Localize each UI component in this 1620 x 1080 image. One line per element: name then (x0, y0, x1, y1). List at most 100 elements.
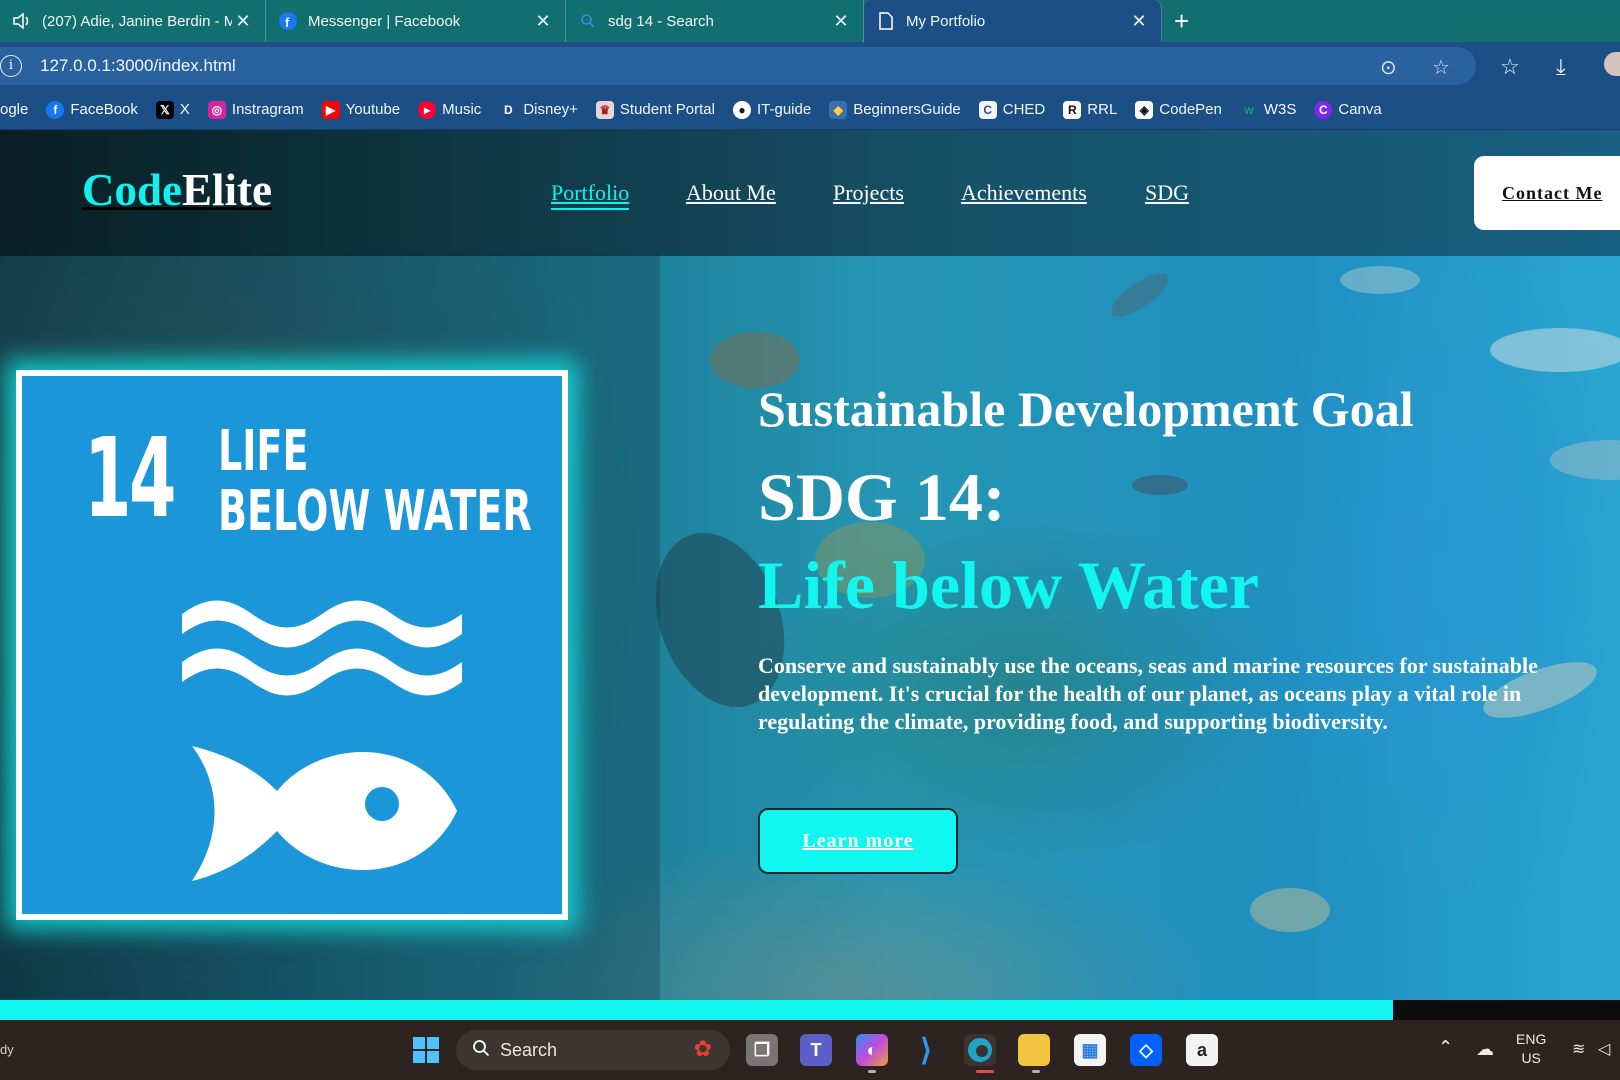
hero-title: SDG 14: (758, 459, 1006, 535)
language-line1: ENG (1516, 1031, 1547, 1047)
bookmark-label: Youtube (345, 101, 401, 118)
github-icon: ● (732, 100, 751, 119)
new-tab-button[interactable]: + (1174, 6, 1189, 37)
bookmark-it-guide[interactable]: ● IT-guide (732, 100, 812, 119)
youtube-icon: ▶ (321, 100, 340, 119)
bookmark-beginnersguide[interactable]: ◆ BeginnersGuide (829, 100, 961, 119)
tab-2[interactable]: f Messenger | Facebook ✕ (266, 0, 566, 42)
scroll-progress-fill (0, 1000, 1394, 1020)
close-icon[interactable]: ✕ (533, 11, 553, 32)
taskbar-search-label: Search (500, 1039, 558, 1060)
task-view-icon[interactable]: ❐ (746, 1034, 778, 1066)
chevron-up-icon[interactable]: ⌃ (1438, 1038, 1453, 1057)
star-icon[interactable]: ☆ (1432, 55, 1450, 80)
bookmark-disney[interactable]: D Disney+ (499, 101, 578, 119)
bookmark-label: Disney+ (523, 101, 578, 118)
facebook-icon: f (46, 100, 65, 119)
codepen-icon: ◈ (1135, 100, 1154, 119)
taskbar-left-text: dy (0, 1042, 14, 1057)
volume-icon[interactable]: ◁ (1598, 1040, 1610, 1059)
file-explorer-icon[interactable] (1018, 1034, 1050, 1066)
bookmark-label: X (179, 101, 190, 118)
wifi-icon[interactable]: ≋ (1572, 1040, 1585, 1059)
nav-sdg[interactable]: SDG (1145, 180, 1189, 206)
close-icon[interactable]: ✕ (1129, 11, 1149, 32)
copilot-icon[interactable]: ◐ (856, 1034, 888, 1066)
instagram-icon: ◎ (207, 100, 226, 119)
rrl-icon: R (1063, 100, 1082, 119)
bookmark-label: RRL (1087, 101, 1118, 118)
bookmark-youtube[interactable]: ▶ Youtube (321, 100, 401, 119)
tab-title: (207) Adie, Janine Berdin - M (42, 12, 232, 30)
tab-title: sdg 14 - Search (608, 12, 714, 30)
contact-me-button[interactable]: Contact Me (1474, 156, 1620, 230)
svg-text:f: f (285, 15, 290, 30)
sdg-tile-line1: LIFE (218, 419, 309, 484)
vscode-icon[interactable]: ⟩ (910, 1034, 942, 1067)
bookmark-codepen[interactable]: ◈ CodePen (1135, 100, 1222, 119)
bookmark-label: Music (442, 101, 482, 118)
bookmark-label: CHED (1002, 101, 1046, 118)
tab-4-active[interactable]: My Portfolio ✕ (864, 0, 1162, 42)
bookmark-music[interactable]: ▸ Music (418, 100, 482, 119)
learn-more-button[interactable]: Learn more (758, 808, 958, 874)
disney-icon: D (503, 102, 513, 117)
more-options-icon[interactable]: ⊙ (1380, 55, 1397, 80)
bookmark-instagram[interactable]: ◎ Instragram (207, 100, 304, 119)
bookmark-rrl[interactable]: R RRL (1063, 100, 1118, 119)
hero-title-highlight: Life below Water (758, 547, 1260, 623)
dropbox-icon[interactable]: ◇ (1130, 1034, 1162, 1066)
nav-about-me[interactable]: About Me (686, 180, 776, 206)
windows-start-icon[interactable] (410, 1034, 442, 1066)
sdg-number: 14 (84, 414, 176, 542)
info-icon[interactable]: i (0, 55, 22, 77)
bookmark-facebook[interactable]: f FaceBook (46, 100, 138, 119)
bookmarks-bar: ogle f FaceBook 𝕏X ◎ Instragram ▶ Youtube ▸… (0, 90, 1620, 130)
nav-achievements[interactable]: Achievements (961, 180, 1087, 206)
language-line2: US (1521, 1050, 1541, 1066)
site-navbar: CodeElite Portfolio About Me Projects Ac… (0, 130, 1620, 256)
download-icon[interactable]: ⤓ (1556, 54, 1566, 80)
active-indicator (976, 1070, 994, 1073)
nav-portfolio[interactable]: Portfolio (551, 180, 630, 210)
bookmark-x[interactable]: 𝕏X (155, 100, 190, 119)
language-indicator[interactable]: ENG US (1516, 1030, 1546, 1068)
tab-title: Messenger | Facebook (308, 12, 461, 30)
sdg-tile-line2: BELOW WATER (218, 479, 532, 544)
edge-icon[interactable] (964, 1034, 996, 1066)
close-icon[interactable]: ✕ (831, 11, 851, 32)
bookmark-ched[interactable]: C CHED (978, 100, 1046, 119)
browser-tab-bar: (207) Adie, Janine Berdin - M ✕ f Messen… (0, 0, 1620, 42)
facebook-icon: f (278, 11, 298, 31)
bookmark-label: Canva (1338, 101, 1382, 118)
tab-3[interactable]: sdg 14 - Search ✕ (566, 0, 864, 42)
bookmark-label: Student Portal (619, 101, 715, 118)
tab-title: My Portfolio (906, 12, 986, 30)
nav-projects[interactable]: Projects (833, 180, 904, 206)
tab-1[interactable]: (207) Adie, Janine Berdin - M ✕ (0, 0, 266, 42)
page-icon (876, 11, 896, 31)
close-icon[interactable]: ✕ (233, 11, 253, 32)
bookmark-label: BeginnersGuide (853, 101, 961, 118)
store-icon[interactable]: ▦ (1074, 1034, 1106, 1066)
running-indicator (1032, 1070, 1040, 1073)
site-logo[interactable]: CodeElite (82, 164, 272, 216)
bookmark-w3s[interactable]: w W3S (1240, 101, 1296, 119)
w3s-icon: w (1244, 102, 1254, 117)
scroll-progress-bar (0, 1000, 1620, 1020)
taskbar-search[interactable]: Search ✿ (456, 1030, 730, 1070)
logo-part-elite: Elite (182, 165, 272, 215)
favorites-icon[interactable]: ☆ (1500, 54, 1520, 80)
bookmark-student-portal[interactable]: ♛ Student Portal (595, 100, 715, 119)
canva-icon: C (1314, 100, 1333, 119)
amazon-icon[interactable]: a (1186, 1034, 1218, 1066)
bookmark-google[interactable]: ogle (0, 101, 28, 118)
bookmark-label: ogle (0, 101, 29, 118)
bookmark-label: IT-guide (756, 101, 812, 118)
teams-icon[interactable]: T (800, 1034, 832, 1066)
onedrive-icon[interactable]: ☁ (1476, 1040, 1494, 1059)
url-field[interactable]: i 127.0.0.1:3000/index.html ⊙ ☆ (0, 47, 1476, 85)
waves-fish-icon (182, 600, 462, 881)
x-icon: 𝕏 (155, 100, 174, 119)
bookmark-canva[interactable]: C Canva (1314, 100, 1382, 119)
